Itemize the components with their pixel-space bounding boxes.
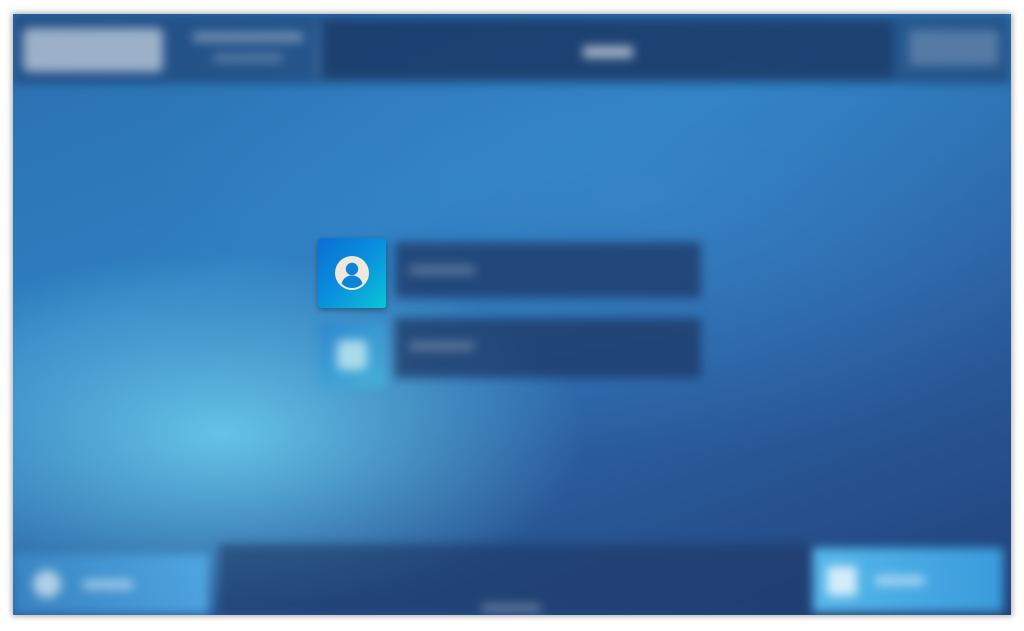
top-bar-right-control[interactable]: [909, 30, 999, 66]
top-bar-title: [583, 46, 633, 58]
app-subtitle: [193, 32, 303, 42]
app-subtitle-secondary: [213, 54, 283, 62]
back-button-label: [83, 580, 133, 589]
login-button[interactable]: [813, 548, 1003, 612]
username-field[interactable]: [395, 242, 701, 298]
top-bar-divider: [316, 22, 318, 78]
username-placeholder: [409, 266, 475, 274]
password-icon-tile: [319, 322, 385, 388]
password-placeholder: [409, 342, 475, 350]
login-icon: [827, 566, 857, 596]
back-icon: [33, 570, 61, 598]
app-logo: [23, 28, 163, 72]
app-window: [13, 14, 1011, 615]
back-button[interactable]: [13, 554, 209, 614]
user-circle-icon: [335, 256, 369, 290]
blurred-background: [13, 14, 1011, 615]
username-icon-tile[interactable]: [318, 238, 386, 308]
top-bar: [13, 14, 1011, 84]
login-button-label: [875, 576, 925, 585]
password-field[interactable]: [395, 318, 701, 378]
lock-icon: [337, 340, 367, 370]
bottom-bar-label: [481, 604, 541, 612]
